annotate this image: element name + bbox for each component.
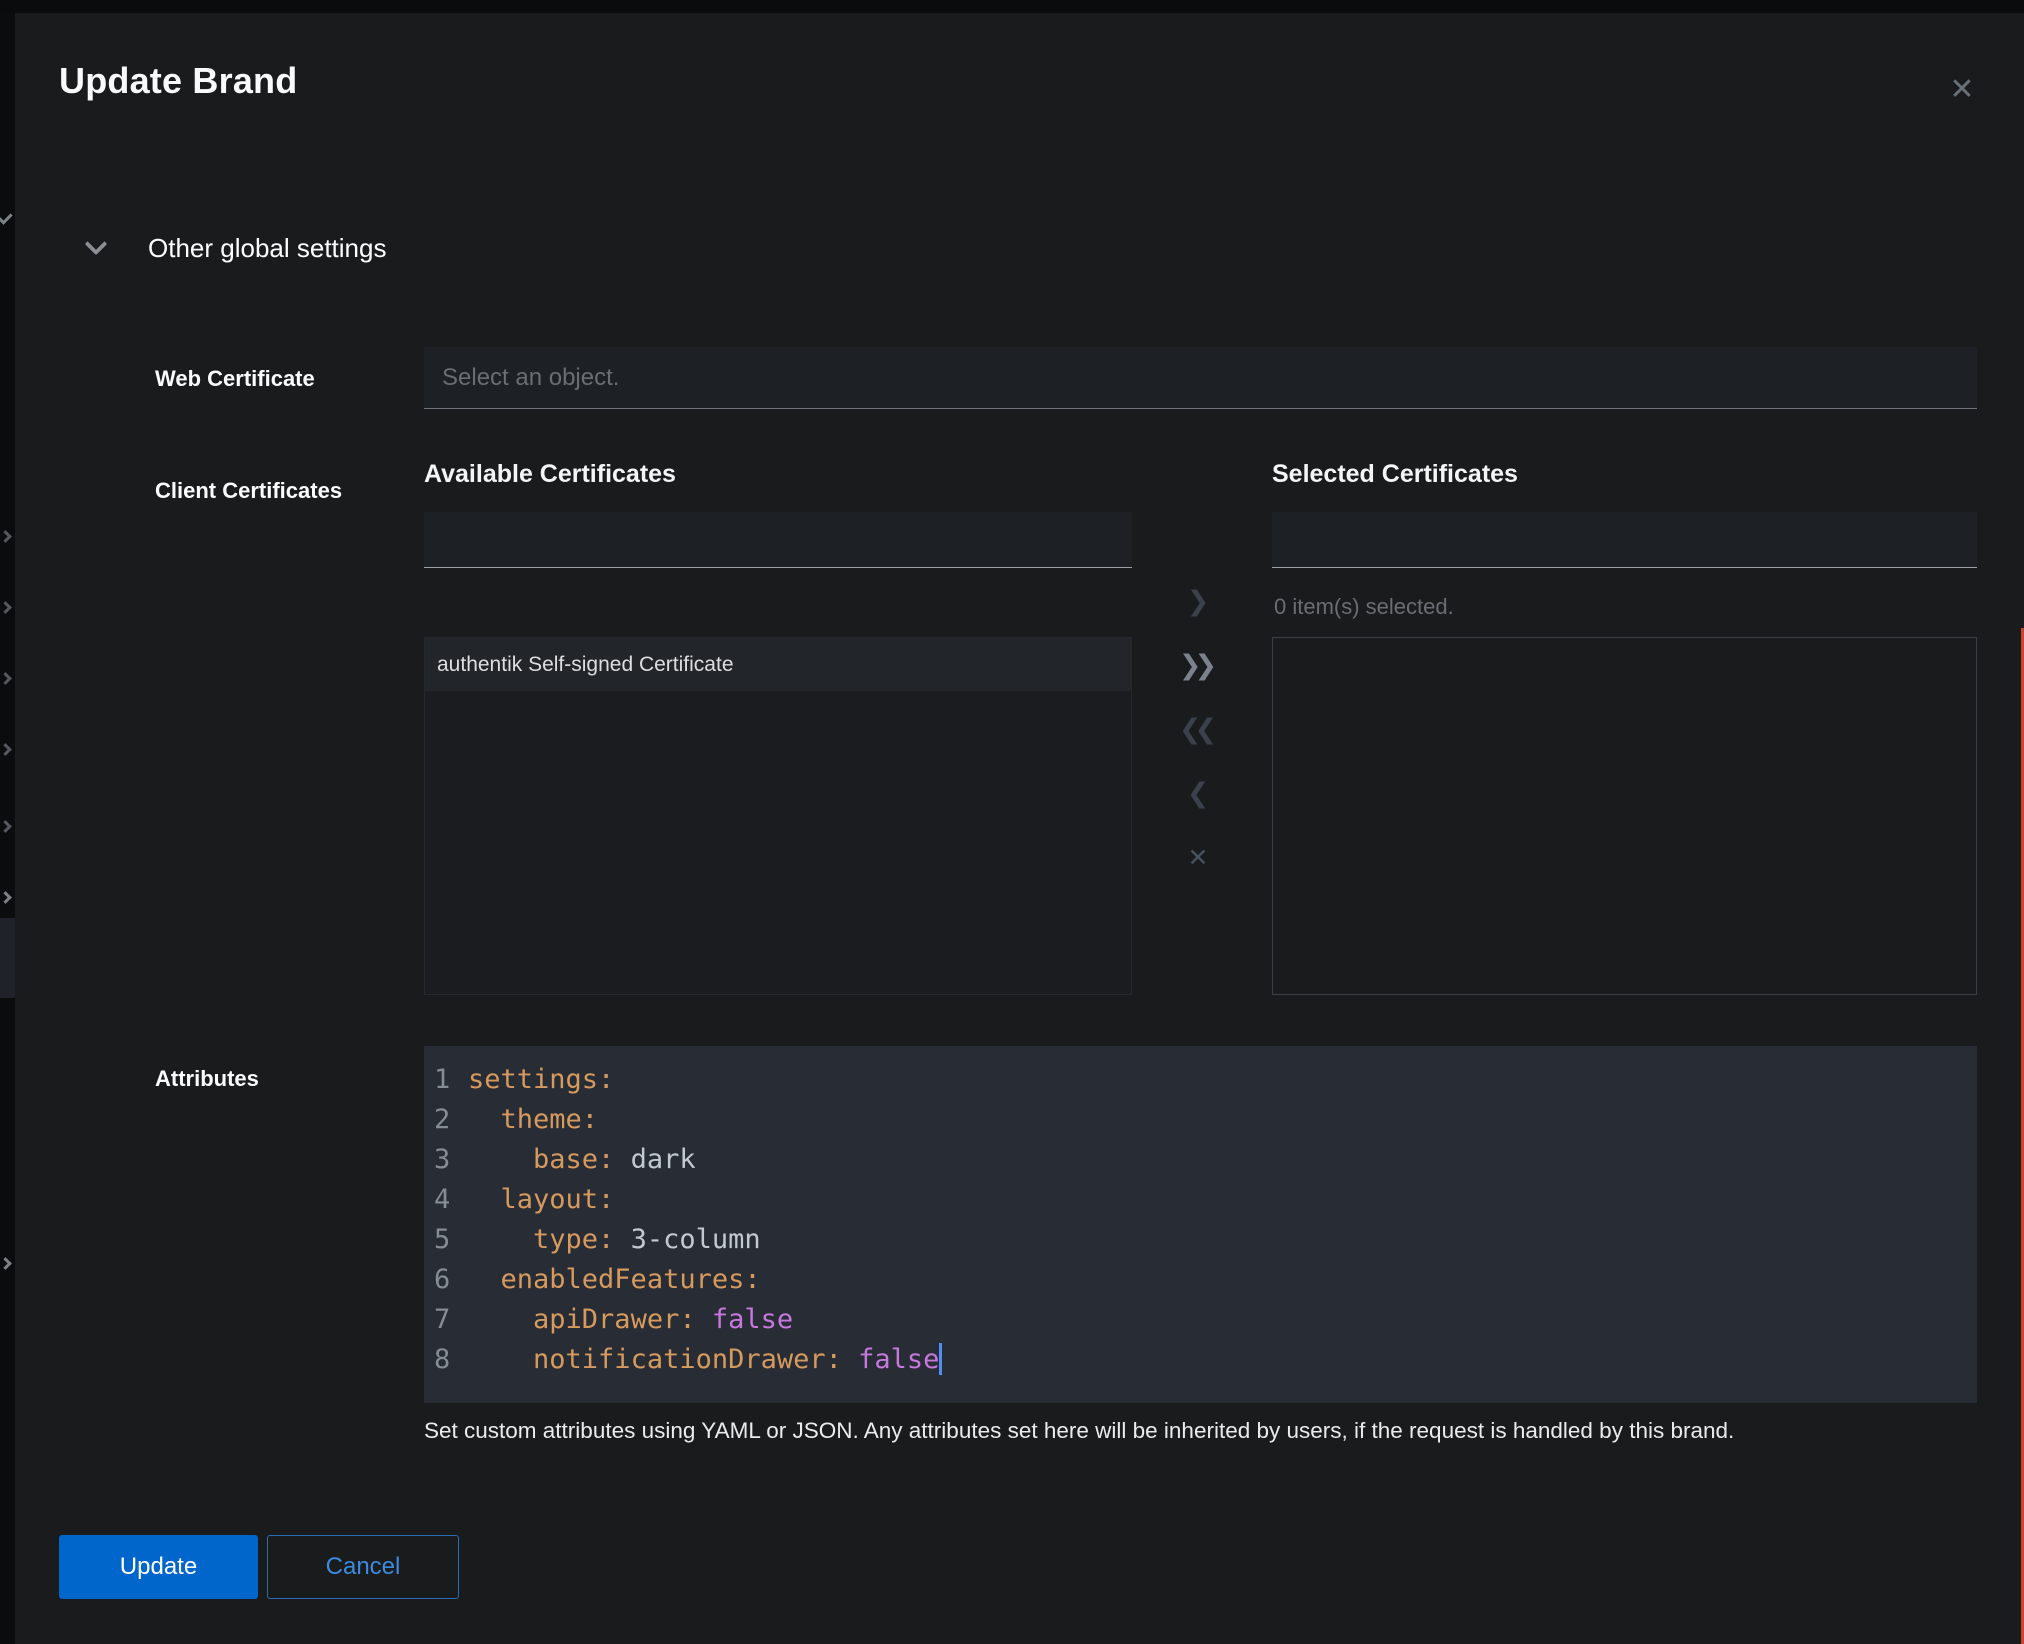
code-line: 3 base: dark — [434, 1140, 1977, 1180]
update-button[interactable]: Update — [59, 1535, 258, 1599]
attributes-code-editor[interactable]: 1settings:2 theme:3 base: dark4 layout:5… — [424, 1046, 1977, 1403]
chevron-fragment-icon — [0, 530, 12, 543]
move-all-left-button[interactable]: ❮❮ — [1170, 706, 1226, 754]
attributes-help-text: Set custom attributes using YAML or JSON… — [424, 1418, 1984, 1444]
move-selected-left-button[interactable]: ❮ — [1170, 770, 1226, 818]
web-certificate-label: Web Certificate — [155, 366, 315, 392]
chevron-fragment-icon — [0, 820, 12, 833]
section-other-global-settings[interactable]: Other global settings — [88, 228, 386, 268]
selected-count-status: 0 item(s) selected. — [1274, 594, 1454, 620]
available-certificates-search-input[interactable] — [424, 512, 1132, 568]
update-brand-modal: Update Brand ✕ Other global settings Web… — [0, 0, 2024, 1644]
selected-certificates-list[interactable] — [1272, 637, 1977, 995]
selected-certificates-search-input[interactable] — [1272, 512, 1977, 568]
code-line: 7 apiDrawer: false — [434, 1300, 1977, 1340]
code-line: 4 layout: — [434, 1180, 1977, 1220]
clear-selection-button[interactable]: ✕ — [1170, 834, 1226, 882]
sidebar-sliver — [0, 13, 15, 1644]
chevron-fragment-icon — [0, 891, 12, 904]
attributes-label: Attributes — [155, 1066, 259, 1092]
code-line: 8 notificationDrawer: false — [434, 1340, 1977, 1380]
selected-certificates-header: Selected Certificates — [1272, 460, 1518, 489]
code-line: 2 theme: — [434, 1100, 1977, 1140]
chevron-fragment-icon — [0, 206, 13, 224]
chevron-down-icon — [85, 233, 108, 256]
sidebar-active-item-sliver — [0, 918, 15, 998]
transfer-controls: ❯❯❯❮❮❮✕ — [1170, 578, 1226, 898]
close-icon[interactable]: ✕ — [1938, 66, 1986, 114]
chevron-fragment-icon — [0, 1257, 12, 1270]
chevron-fragment-icon — [0, 601, 12, 614]
chevron-fragment-icon — [0, 672, 12, 685]
page-title: Update Brand — [59, 60, 297, 102]
page-top-strip — [0, 0, 2024, 13]
web-certificate-select[interactable] — [424, 347, 1977, 409]
text-cursor — [939, 1343, 942, 1375]
move-all-right-button[interactable]: ❯❯ — [1170, 642, 1226, 690]
code-line: 1settings: — [434, 1060, 1977, 1100]
chevron-fragment-icon — [0, 743, 12, 756]
available-certificates-header: Available Certificates — [424, 460, 676, 489]
code-line: 5 type: 3-column — [434, 1220, 1977, 1260]
cancel-button[interactable]: Cancel — [267, 1535, 459, 1599]
move-selected-right-button[interactable]: ❯ — [1170, 578, 1226, 626]
certificate-list-item[interactable]: authentik Self-signed Certificate — [425, 638, 1131, 691]
code-line: 6 enabledFeatures: — [434, 1260, 1977, 1300]
available-certificates-list[interactable]: authentik Self-signed Certificate — [424, 637, 1132, 995]
section-label: Other global settings — [148, 233, 386, 264]
client-certificates-label: Client Certificates — [155, 478, 342, 504]
